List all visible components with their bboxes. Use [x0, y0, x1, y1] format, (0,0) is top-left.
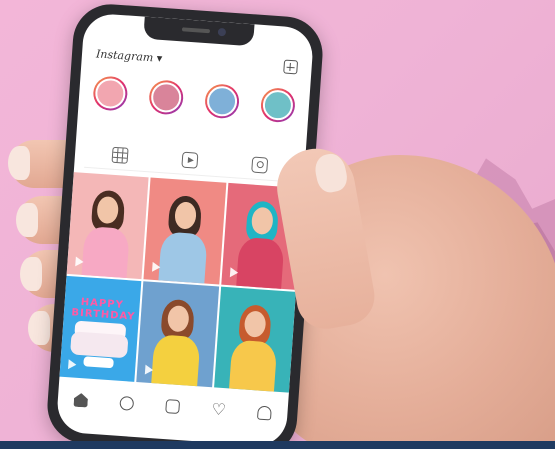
phone-screen: Instagram ▾ HAPPY BIRTHDAY [55, 12, 315, 448]
play-icon [145, 364, 154, 376]
cake-base [70, 331, 129, 358]
fingernail [20, 257, 42, 291]
story-avatar[interactable] [148, 79, 185, 116]
phone-notch [143, 16, 255, 47]
reels-icon[interactable] [165, 399, 181, 415]
cake-stand [82, 355, 114, 369]
tagged-icon[interactable] [251, 156, 269, 174]
profile-icon[interactable] [256, 405, 272, 421]
post-thumbnail[interactable]: HAPPY BIRTHDAY [59, 275, 142, 382]
play-icon [68, 359, 77, 370]
cake-candle-text: HAPPY BIRTHDAY [71, 296, 136, 323]
post-thumbnail[interactable] [136, 280, 219, 388]
avatar [261, 89, 294, 122]
avatar [150, 81, 183, 114]
stories-row [92, 75, 297, 124]
plus-square-icon[interactable] [283, 59, 299, 75]
home-icon[interactable] [73, 393, 88, 408]
front-camera [217, 27, 227, 37]
person-body [81, 225, 131, 279]
play-icon [152, 261, 162, 272]
person-body [235, 236, 285, 290]
post-thumbnail[interactable] [213, 286, 296, 393]
person-body [158, 231, 208, 285]
post-grid: HAPPY BIRTHDAY [59, 172, 304, 393]
person-body [228, 339, 278, 393]
heart-icon[interactable] [211, 402, 226, 417]
person-body [151, 334, 201, 388]
search-icon[interactable] [119, 395, 135, 411]
speaker-grille [181, 27, 211, 34]
profile-header: Instagram ▾ [95, 43, 299, 77]
logo-text: Instagram [95, 46, 154, 64]
post-thumbnail[interactable] [143, 177, 227, 285]
post-thumbnail[interactable] [66, 172, 149, 279]
fingernail [16, 203, 38, 237]
reels-icon[interactable] [181, 151, 199, 169]
story-avatar[interactable] [203, 83, 241, 120]
play-icon [229, 266, 239, 278]
avatar [94, 77, 127, 110]
chevron-down-icon[interactable]: ▾ [156, 51, 162, 64]
play-icon [75, 255, 84, 267]
story-avatar[interactable] [259, 87, 297, 124]
fingernail [28, 311, 50, 345]
fingernail [8, 146, 30, 180]
footer-bar [0, 441, 555, 449]
story-avatar[interactable] [92, 75, 129, 112]
avatar [206, 85, 239, 118]
grid-icon[interactable] [111, 146, 129, 164]
instagram-logo[interactable]: Instagram ▾ [96, 47, 163, 65]
